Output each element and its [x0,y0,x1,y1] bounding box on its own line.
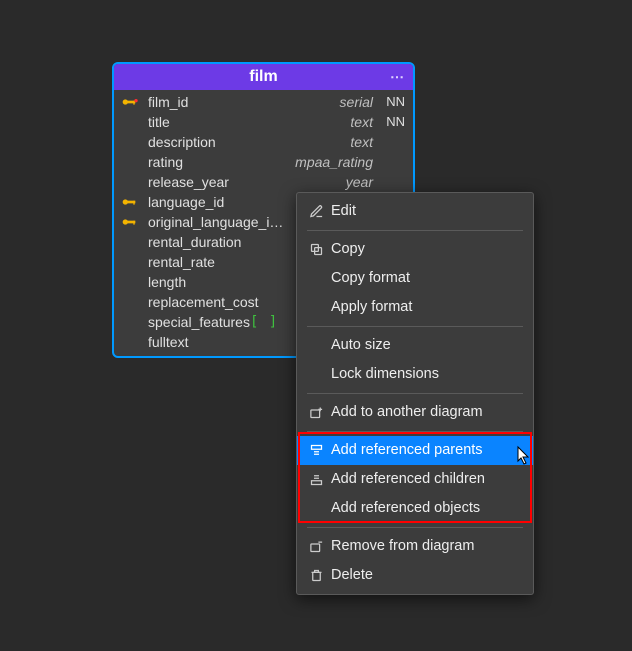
menu-label: Copy format [331,268,410,289]
entity-table-title: film [249,68,277,85]
menu-edit[interactable]: Edit [297,197,533,226]
menu-add-referenced-parents[interactable]: Add referenced parents [297,436,533,465]
menu-copy[interactable]: Copy [297,235,533,264]
copy-icon [309,242,331,257]
entity-table-header[interactable]: film ⋯ [114,64,413,90]
menu-label: Lock dimensions [331,364,439,385]
column-name: replacement_cost [148,292,259,312]
menu-copy-format[interactable]: Copy format [297,264,533,293]
menu-add-referenced-children[interactable]: Add referenced children [297,465,533,494]
column-name: special_features [148,312,250,332]
menu-delete[interactable]: Delete [297,561,533,590]
array-indicator-icon: [ ] [250,312,278,332]
add-diagram-icon [309,405,331,420]
more-icon[interactable]: ⋯ [390,69,405,86]
context-menu: Edit Copy Copy format Apply format Auto … [296,192,534,595]
column-name: release_year [148,172,229,192]
menu-remove-from-diagram[interactable]: Remove from diagram [297,532,533,561]
foreign-key-icon [122,197,148,207]
column-not-null: NN [379,92,405,112]
column-name: rental_duration [148,232,241,252]
column-type: text [350,112,379,132]
column-type: year [346,172,379,192]
column-not-null: NN [379,112,405,132]
trash-icon [309,568,331,583]
edit-icon [309,204,331,219]
table-column-row[interactable]: film_id serialNN [114,92,413,112]
foreign-key-icon [122,217,148,227]
menu-label: Edit [331,201,356,222]
menu-apply-format[interactable]: Apply format [297,293,533,322]
table-column-row[interactable]: rating mpaa_rating [114,152,413,172]
remove-diagram-icon [309,539,331,554]
menu-add-referenced-objects[interactable]: Add referenced objects [297,494,533,523]
menu-label: Add referenced parents [331,440,483,461]
children-icon [309,472,331,487]
column-type: mpaa_rating [295,152,379,172]
menu-separator [307,230,523,231]
menu-label: Apply format [331,297,412,318]
menu-label: Add referenced objects [331,498,480,519]
menu-label: Remove from diagram [331,536,474,557]
menu-label: Delete [331,565,373,586]
column-name: original_language_i… [148,212,283,232]
menu-separator [307,431,523,432]
column-name: rating [148,152,183,172]
menu-label: Auto size [331,335,391,356]
column-name: description [148,132,216,152]
menu-label: Add to another diagram [331,402,483,423]
column-name: fulltext [148,332,188,352]
menu-add-to-diagram[interactable]: Add to another diagram [297,398,533,427]
table-column-row[interactable]: release_year year [114,172,413,192]
column-name: rental_rate [148,252,215,272]
column-name: film_id [148,92,188,112]
table-column-row[interactable]: title textNN [114,112,413,132]
menu-label: Add referenced children [331,469,485,490]
menu-label: Copy [331,239,365,260]
menu-separator [307,527,523,528]
menu-separator [307,393,523,394]
menu-separator [307,326,523,327]
table-column-row[interactable]: description text [114,132,413,152]
menu-auto-size[interactable]: Auto size [297,331,533,360]
primary-key-icon [122,97,148,107]
column-name: title [148,112,170,132]
column-type: text [350,132,379,152]
column-type: serial [340,92,379,112]
column-name: length [148,272,186,292]
column-name: language_id [148,192,224,212]
parents-icon [309,443,331,458]
menu-lock-dimensions[interactable]: Lock dimensions [297,360,533,389]
